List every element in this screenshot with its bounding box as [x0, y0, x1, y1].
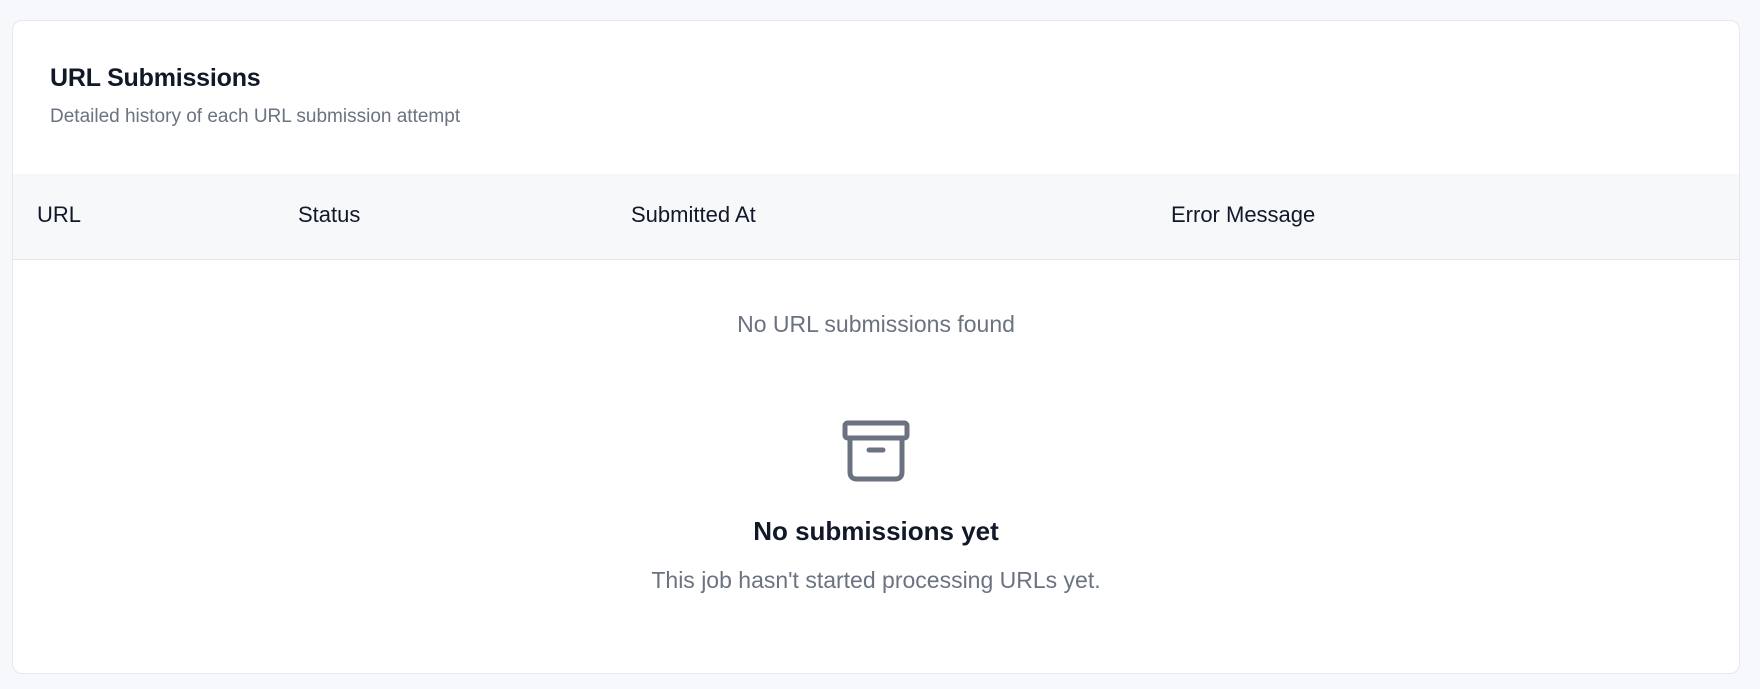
- table-empty-message: No URL submissions found: [737, 311, 1015, 337]
- empty-state-description: This job hasn't started processing URLs …: [651, 567, 1101, 594]
- column-header-error-message[interactable]: Error Message: [1171, 201, 1315, 230]
- url-submissions-card: URL Submissions Detailed history of each…: [12, 20, 1740, 674]
- column-header-status[interactable]: Status: [298, 201, 360, 230]
- empty-state: No submissions yet This job hasn't start…: [13, 390, 1739, 595]
- empty-state-title: No submissions yet: [753, 516, 999, 546]
- table-header-row: URL Status Submitted At Error Message: [13, 174, 1739, 260]
- card-header: URL Submissions Detailed history of each…: [13, 21, 1739, 174]
- archive-icon: [842, 420, 910, 482]
- card-title: URL Submissions: [50, 64, 261, 92]
- column-header-submitted-at[interactable]: Submitted At: [631, 201, 756, 230]
- card-subtitle: Detailed history of each URL submission …: [50, 106, 461, 127]
- table-empty-row: No URL submissions found: [13, 260, 1739, 390]
- column-header-url[interactable]: URL: [37, 201, 81, 230]
